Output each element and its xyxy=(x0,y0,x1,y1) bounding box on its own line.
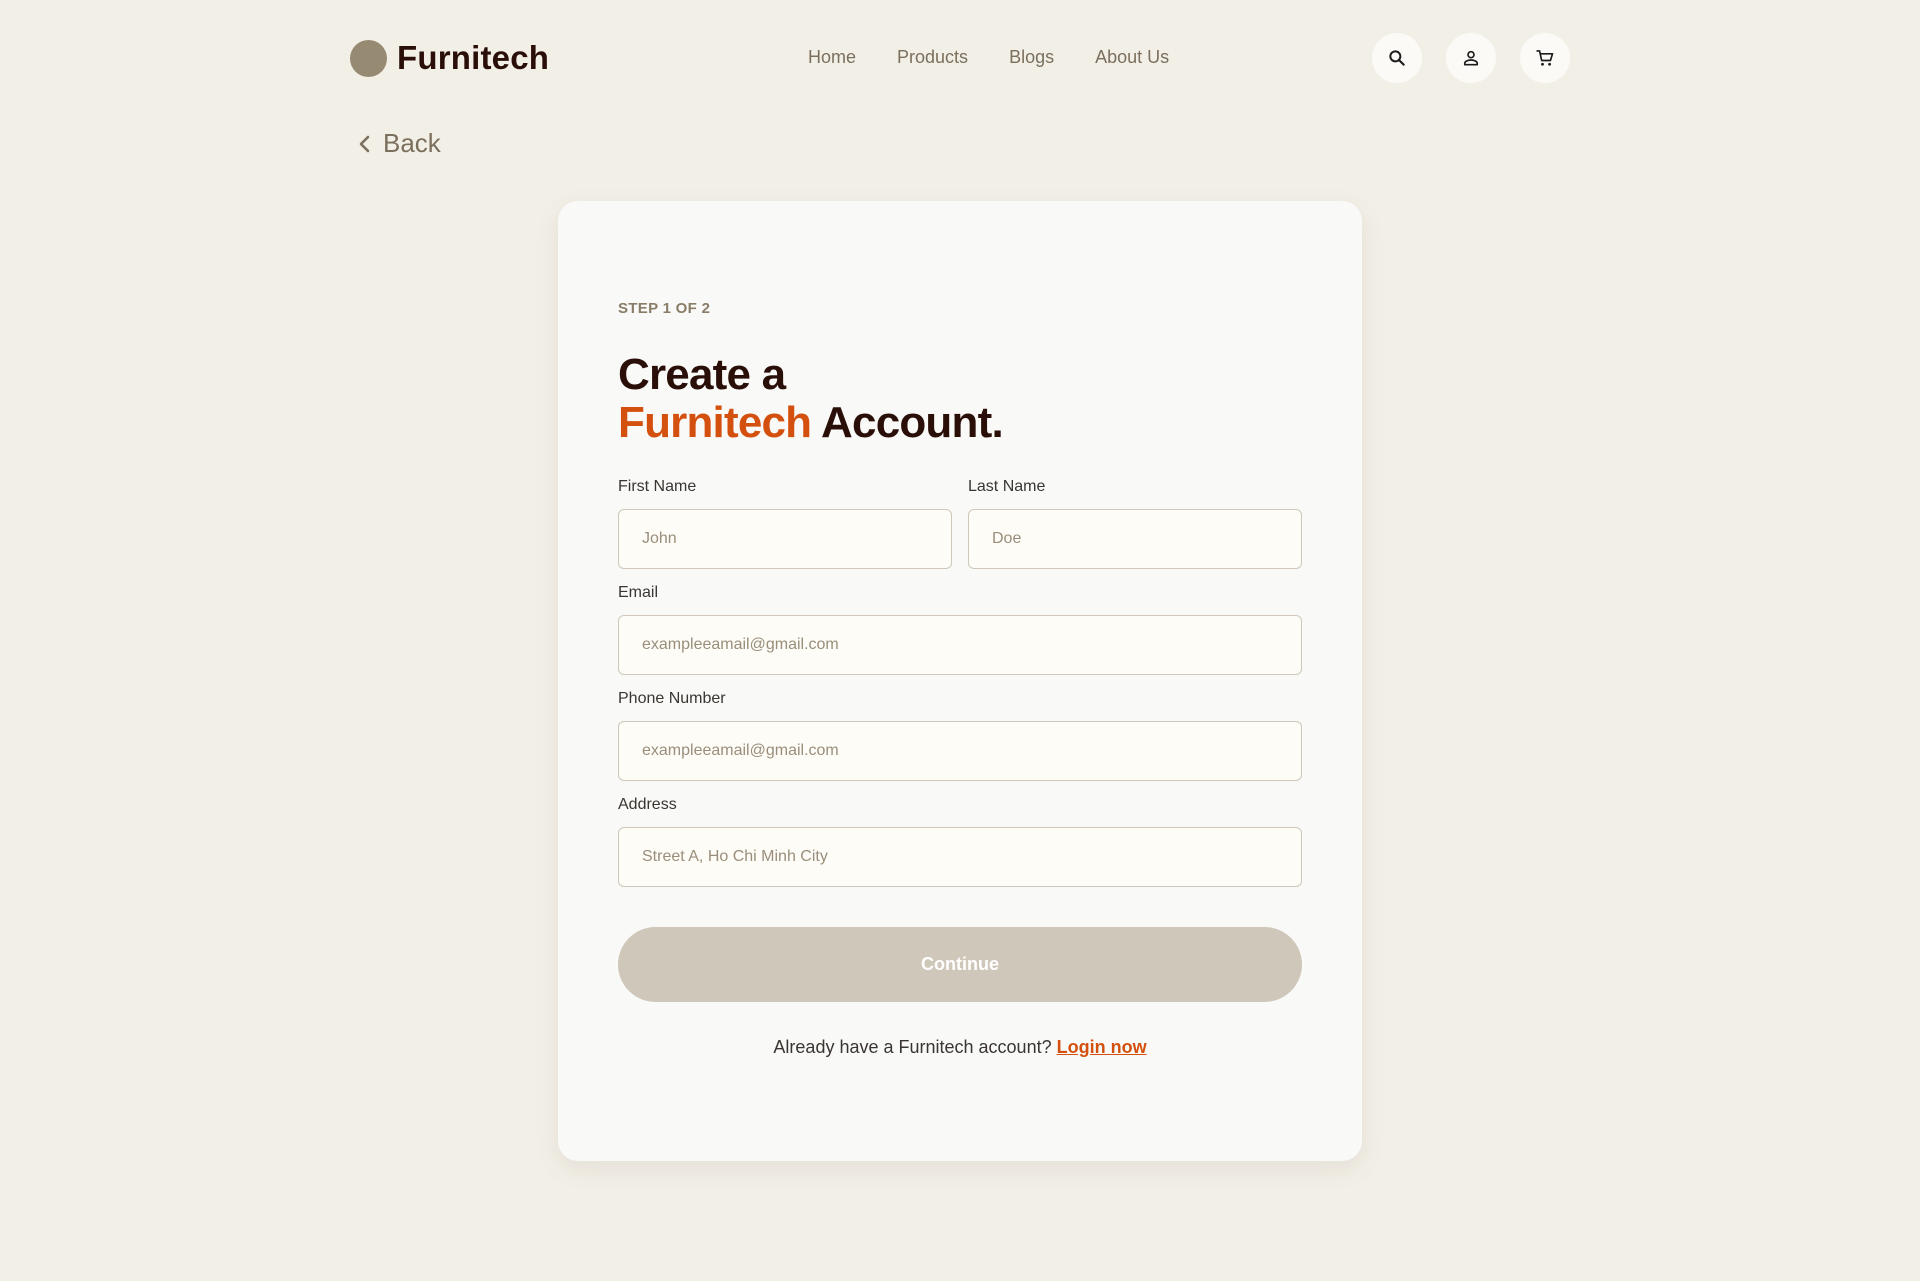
search-icon xyxy=(1389,50,1405,66)
signup-card: STEP 1 OF 2 Create a Furnitech Account. … xyxy=(558,201,1362,1161)
logo-mark xyxy=(350,39,387,77)
cart-button[interactable] xyxy=(1520,33,1570,83)
first-name-input[interactable] xyxy=(618,509,952,569)
login-prompt: Already have a Furnitech account? Login … xyxy=(558,1037,1362,1058)
header-actions xyxy=(1372,33,1570,83)
address-label: Address xyxy=(618,796,677,813)
title-brand: Furnitech xyxy=(618,398,812,447)
step-indicator: STEP 1 OF 2 xyxy=(618,300,711,317)
back-link[interactable]: Back xyxy=(357,128,441,159)
main-nav: Home Products Blogs About Us xyxy=(808,47,1169,68)
title-line1: Create a xyxy=(618,350,786,399)
chevron-left-icon xyxy=(359,135,370,152)
first-name-label: First Name xyxy=(618,478,697,495)
login-prompt-text: Already have a Furnitech account? xyxy=(773,1037,1057,1057)
logo[interactable]: Furnitech xyxy=(350,39,549,77)
last-name-input[interactable] xyxy=(968,509,1302,569)
last-name-label: Last Name xyxy=(968,478,1046,495)
user-icon xyxy=(1463,50,1479,66)
cart-icon xyxy=(1536,50,1554,66)
title-rest: Account. xyxy=(811,398,1004,447)
email-field[interactable] xyxy=(618,615,1302,675)
back-label: Back xyxy=(383,128,441,158)
continue-button[interactable]: Continue xyxy=(618,927,1302,1002)
email-label: Email xyxy=(618,584,659,601)
logo-text: Furnitech xyxy=(397,39,550,76)
phone-field[interactable] xyxy=(618,721,1302,781)
phone-label: Phone Number xyxy=(618,690,726,707)
nav-home[interactable]: Home xyxy=(808,47,856,68)
address-field[interactable] xyxy=(618,827,1302,887)
nav-about-us[interactable]: About Us xyxy=(1095,47,1169,68)
account-button[interactable] xyxy=(1446,33,1496,83)
site-header: Furnitech Home Products Blogs About Us xyxy=(0,0,1920,116)
page-title: Create a Furnitech Account. xyxy=(618,350,1004,447)
nav-products[interactable]: Products xyxy=(897,47,968,68)
search-button[interactable] xyxy=(1372,33,1422,83)
login-link[interactable]: Login now xyxy=(1057,1037,1147,1057)
nav-blogs[interactable]: Blogs xyxy=(1009,47,1054,68)
